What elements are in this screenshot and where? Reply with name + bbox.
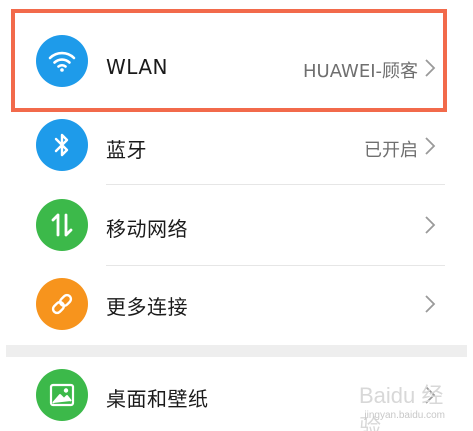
watermark-site: jingyan.baidu.com xyxy=(364,410,445,421)
watermark-brand: Baidu 经验 xyxy=(359,383,444,431)
link-icon xyxy=(36,278,88,330)
settings-item-label: 桌面和壁纸 xyxy=(106,387,209,411)
highlight-box xyxy=(11,9,447,112)
chevron-right-icon xyxy=(425,295,436,313)
settings-item-mobile-network[interactable]: 移动网络 xyxy=(0,186,473,264)
bluetooth-status: 已开启 xyxy=(364,140,418,161)
section-separator xyxy=(6,345,467,357)
mobile-data-icon xyxy=(36,199,88,251)
settings-item-more-connections[interactable]: 更多连接 xyxy=(0,267,473,343)
settings-item-label: 更多连接 xyxy=(106,295,188,319)
chevron-right-icon xyxy=(425,216,436,234)
settings-item-label: 蓝牙 xyxy=(106,138,147,162)
baidu-watermark: Baidu 经验 jingyan.baidu.com xyxy=(359,378,449,431)
divider xyxy=(106,184,445,185)
settings-item-bluetooth[interactable]: 蓝牙 已开启 xyxy=(0,110,473,182)
chevron-right-icon xyxy=(425,137,436,155)
divider xyxy=(106,265,445,266)
image-icon xyxy=(36,369,88,421)
settings-item-label: 移动网络 xyxy=(106,217,188,241)
bluetooth-icon xyxy=(36,119,88,171)
